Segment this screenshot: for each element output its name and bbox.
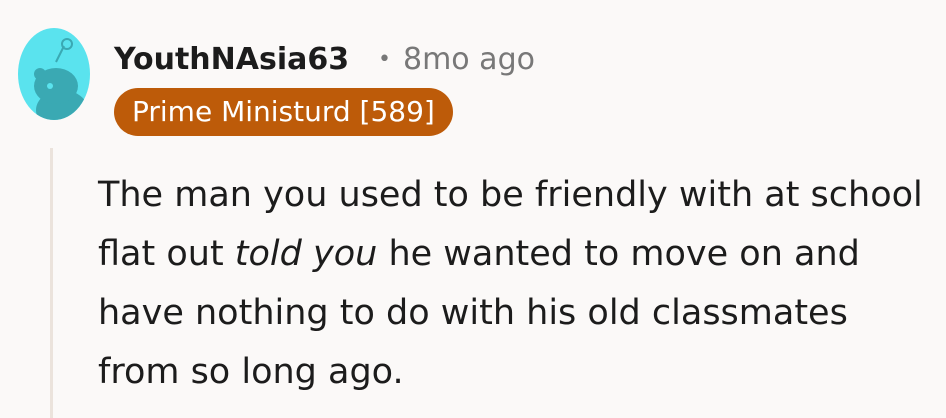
comment-author[interactable]: YouthNAsia63 <box>114 40 349 80</box>
comment-paragraph: The man you used to be friendly with at … <box>98 166 928 402</box>
comment-timestamp[interactable]: 8mo ago <box>403 42 535 77</box>
comment-body: The man you used to be friendly with at … <box>98 166 928 402</box>
comment: YouthNAsia63 • 8mo ago Prime Ministurd [5… <box>0 0 946 418</box>
snoo-avatar-icon <box>34 38 88 120</box>
user-avatar[interactable] <box>18 28 90 120</box>
thread-line[interactable] <box>50 148 53 418</box>
comment-meta: • 8mo ago <box>378 40 535 80</box>
meta-separator: • <box>378 47 391 72</box>
user-flair-badge: Prime Ministurd [589] <box>114 88 453 136</box>
comment-text-emphasis: told you <box>234 234 378 274</box>
